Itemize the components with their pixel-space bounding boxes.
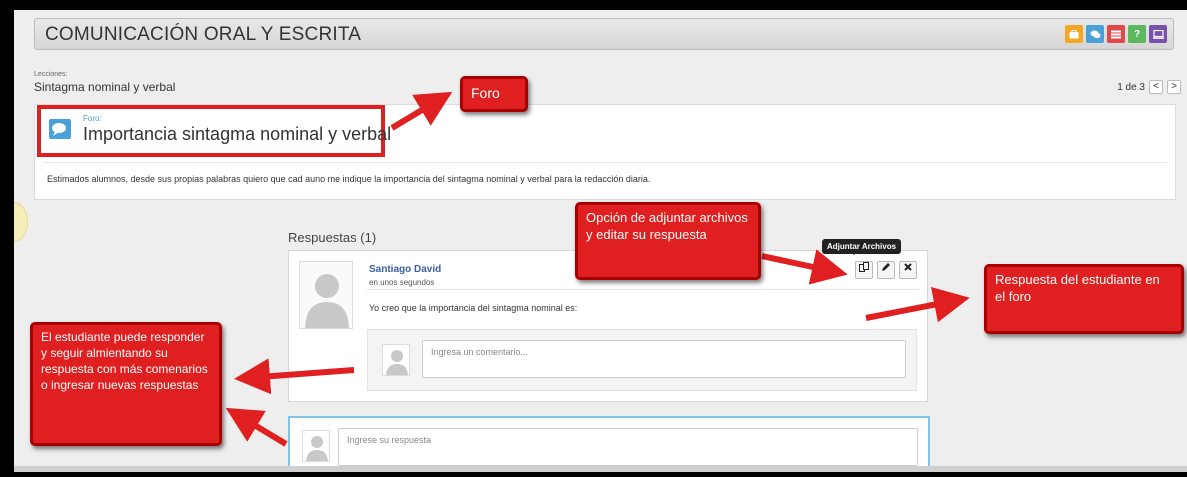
arrow-to-answer: [225, 407, 288, 447]
comment-area: Ingresa un comentario...: [367, 329, 917, 391]
edit-button[interactable]: [877, 261, 895, 279]
forum-type-label: Foro:: [83, 114, 102, 123]
reply-text: Yo creo que la importancia del sintagma …: [369, 303, 578, 313]
next-lesson-button[interactable]: >: [1167, 80, 1181, 94]
pager-text: 1 de 3: [1117, 81, 1145, 93]
avatar: [302, 430, 330, 462]
responses-title: Respuestas (1): [288, 230, 377, 245]
tooltip-arrow: [850, 251, 858, 255]
list-icon[interactable]: [1107, 25, 1125, 43]
reply-time: en unos segundos: [369, 278, 435, 287]
forum-card: Foro: Importancia sintagma nominal y ver…: [34, 104, 1176, 200]
lesson-pager: 1 de 3 < >: [1117, 80, 1181, 94]
lessons-label: Lecciones:: [34, 71, 68, 78]
forum-description: Estimados alumnos, desde sus propias pal…: [47, 174, 651, 184]
callout-student-can-respond: El estudiante puede responder y seguir a…: [30, 322, 222, 446]
comment-input[interactable]: Ingresa un comentario...: [422, 340, 906, 378]
callout-foro: Foro: [460, 76, 528, 112]
reply-author[interactable]: Santiago David: [369, 264, 441, 275]
callout-student-reply: Respuesta del estudiante en el foro: [984, 264, 1184, 334]
lesson-name: Sintagma nominal y verbal: [34, 80, 176, 94]
attach-icon: [859, 262, 869, 272]
chat-icon[interactable]: [1086, 25, 1104, 43]
bottom-scrollbar[interactable]: [14, 466, 1187, 472]
course-header: COMUNICACIÓN ORAL Y ESCRITA ?: [34, 18, 1174, 50]
pencil-icon: [882, 263, 890, 271]
divider: [367, 289, 921, 290]
header-toolbar: ?: [1065, 25, 1167, 43]
divider: [43, 162, 1167, 163]
attach-files-button[interactable]: [855, 261, 873, 279]
reply-actions: [855, 261, 917, 279]
forum-title: Importancia sintagma nominal y verbal: [83, 124, 392, 144]
avatar: [299, 261, 353, 329]
new-answer-input[interactable]: Ingrese su respuesta: [338, 428, 918, 466]
callout-attach-edit: Opción de adjuntar archivos y editar su …: [575, 202, 761, 280]
prev-lesson-button[interactable]: <: [1149, 80, 1163, 94]
help-icon[interactable]: ?: [1128, 25, 1146, 43]
course-title: COMUNICACIÓN ORAL Y ESCRITA: [45, 24, 362, 45]
side-tab[interactable]: [14, 202, 28, 242]
avatar: [382, 344, 410, 376]
monitor-icon[interactable]: [1149, 25, 1167, 43]
attach-tooltip: Adjuntar Archivos: [822, 239, 902, 254]
briefcase-icon[interactable]: [1065, 25, 1083, 43]
forum-chat-icon: [49, 119, 71, 139]
lms-window: COMUNICACIÓN ORAL Y ESCRITA ? Lecciones:…: [14, 10, 1187, 472]
new-answer-card: Ingrese su respuesta: [288, 416, 930, 472]
delete-button[interactable]: [899, 261, 917, 279]
close-icon: [904, 263, 912, 271]
